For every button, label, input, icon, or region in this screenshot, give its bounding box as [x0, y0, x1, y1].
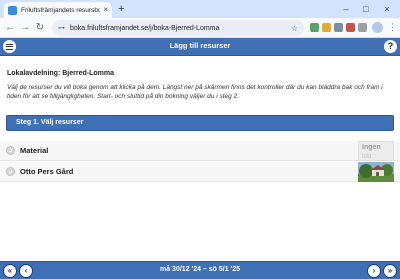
- site-info-icon[interactable]: ⊶: [58, 24, 65, 32]
- tab-close-button[interactable]: ×: [103, 6, 108, 14]
- house-photo-image: [358, 162, 394, 182]
- url-text[interactable]: boka.friluftsframjandet.se/j/boka-Bjerre…: [70, 25, 291, 32]
- site-favicon-icon: [8, 5, 17, 15]
- expand-plus-icon[interactable]: [6, 167, 15, 176]
- resource-row-material[interactable]: Material Ingen bild: [0, 141, 400, 161]
- resource-photo-thumbnail: [358, 162, 394, 182]
- browser-menu-icon[interactable]: ⋮: [388, 21, 397, 34]
- maximize-button[interactable]: □: [357, 3, 375, 15]
- browser-tab[interactable]: Friluftsfrämjandets resursboknin ×: [4, 2, 112, 18]
- address-bar[interactable]: ⊶ boka.friluftsframjandet.se/j/boka-Bjer…: [52, 20, 304, 36]
- reload-button[interactable]: ↻: [34, 21, 46, 35]
- next-period-button[interactable]: ›: [367, 264, 381, 278]
- close-window-button[interactable]: ×: [378, 3, 396, 15]
- bookmark-star-icon[interactable]: ☆: [291, 24, 298, 33]
- no-image-thumbnail: Ingen bild: [358, 141, 394, 161]
- new-tab-button[interactable]: +: [118, 3, 124, 15]
- app-header: Lägg till resurser ?: [0, 38, 400, 56]
- profile-avatar[interactable]: [372, 22, 383, 33]
- browser-toolbar: ← → ↻ ⊶ boka.friluftsframjandet.se/j/bok…: [0, 18, 400, 38]
- extensions-puzzle-icon[interactable]: [358, 23, 367, 32]
- thumbnail-subtext: bild: [362, 154, 372, 160]
- lokalavdelning-heading: Lokalavdelning: Bjerred-Lomma: [7, 70, 114, 77]
- resource-row-otto-pers-gard[interactable]: Otto Pers Gård: [0, 162, 400, 182]
- extension-icon[interactable]: [310, 23, 319, 32]
- expand-plus-icon[interactable]: [6, 146, 15, 155]
- thumbnail-text: Ingen: [362, 144, 381, 151]
- main-content: Lokalavdelning: Bjerred-Lomma Välj de re…: [0, 56, 400, 261]
- step-header: Steg 1. Välj resurser: [6, 115, 394, 131]
- minimize-button[interactable]: –: [337, 3, 355, 15]
- help-icon: ?: [387, 41, 394, 51]
- resource-name[interactable]: Material: [20, 146, 48, 155]
- last-page-button[interactable]: »: [383, 264, 397, 278]
- date-range-label: må 30/12 '24 – sö 5/1 '25: [160, 266, 240, 273]
- help-button[interactable]: ?: [384, 40, 397, 53]
- extension-icon[interactable]: [322, 23, 331, 32]
- step-title: Steg 1. Välj resurser: [16, 119, 84, 126]
- page-title: Lägg till resurser: [169, 41, 231, 50]
- browser-tab-strip: Friluftsfrämjandets resursboknin × + – □…: [0, 0, 400, 18]
- extension-icon[interactable]: [334, 23, 343, 32]
- back-button[interactable]: ←: [4, 21, 16, 35]
- extension-icon[interactable]: [346, 23, 355, 32]
- instructions-text: Välj de resurser du vill boka genom att …: [7, 84, 383, 100]
- resource-name[interactable]: Otto Pers Gård: [20, 167, 73, 176]
- forward-button[interactable]: →: [19, 21, 31, 35]
- tab-title: Friluftsfrämjandets resursboknin: [21, 6, 101, 14]
- date-navigation-footer: « ‹ må 30/12 '24 – sö 5/1 '25 › »: [0, 261, 400, 279]
